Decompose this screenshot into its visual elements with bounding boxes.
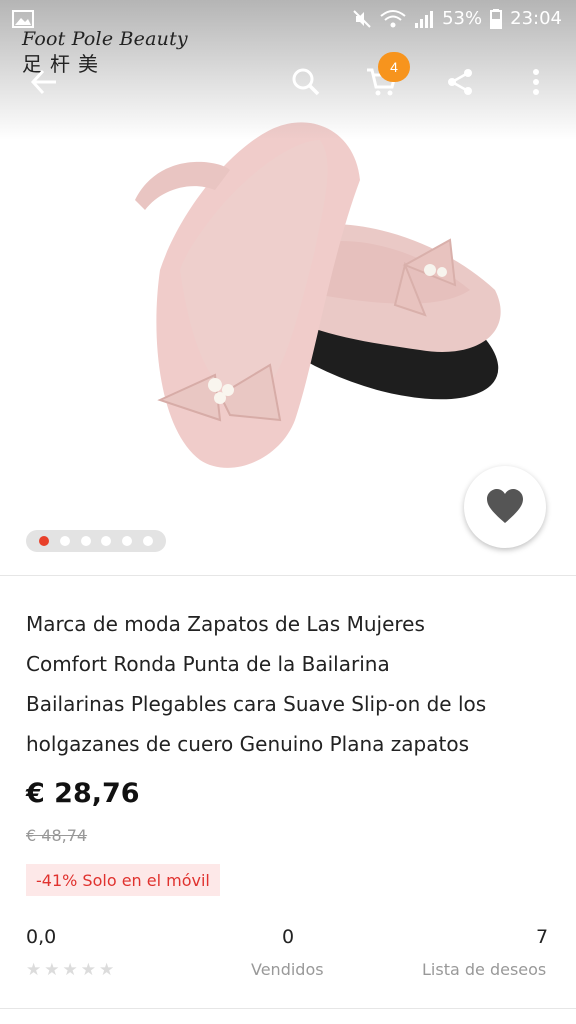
original-price: € 48,74 xyxy=(26,826,88,845)
more-options-button[interactable] xyxy=(514,60,558,104)
product-title-line: Bailarinas Plegables cara Suave Slip-on … xyxy=(26,692,487,716)
rating-value: 0,0 xyxy=(26,926,57,948)
carousel-indicator xyxy=(26,530,166,552)
wishlist-label: Lista de deseos xyxy=(422,960,547,979)
clock: 23:04 xyxy=(510,8,562,29)
wifi-icon xyxy=(380,9,406,27)
star-icon: ★ xyxy=(62,960,78,980)
star-icon: ★ xyxy=(44,960,60,980)
carousel-dot[interactable] xyxy=(59,536,70,546)
cart-count-badge: 4 xyxy=(378,52,410,82)
search-icon xyxy=(292,68,320,96)
brand-name-latin: Foot Pole Beauty xyxy=(22,28,188,50)
signal-icon xyxy=(415,10,434,28)
divider xyxy=(0,1008,576,1009)
sold-count: 0 xyxy=(282,926,295,948)
carousel-dot[interactable] xyxy=(39,536,50,546)
star-icon: ★ xyxy=(26,960,42,980)
share-icon xyxy=(448,69,472,95)
battery-percent: 53% xyxy=(442,8,483,29)
product-title-line: Comfort Ronda Punta de la Bailarina xyxy=(26,652,390,676)
carousel-dot[interactable] xyxy=(142,536,153,546)
status-right: 53% 23:04 xyxy=(352,8,562,29)
battery-icon xyxy=(490,8,503,29)
sold-label: Vendidos xyxy=(251,960,324,979)
star-icon: ★ xyxy=(80,960,96,980)
mute-icon xyxy=(353,9,371,28)
product-price: € 28,76 xyxy=(26,778,140,809)
product-title: Marca de moda Zapatos de Las Mujeres Com… xyxy=(26,604,556,764)
divider xyxy=(0,575,576,576)
product-title-line: holgazanes de cuero Genuino Plana zapato… xyxy=(26,732,469,756)
rating-stars: ★ ★ ★ ★ ★ xyxy=(26,960,114,980)
product-title-line: Marca de moda Zapatos de Las Mujeres xyxy=(26,612,425,636)
search-button[interactable] xyxy=(284,60,328,104)
share-button[interactable] xyxy=(438,60,482,104)
back-button[interactable] xyxy=(22,60,66,104)
product-image[interactable] xyxy=(120,100,510,490)
carousel-dot[interactable] xyxy=(101,536,112,546)
back-arrow-icon xyxy=(30,69,56,95)
carousel-dot[interactable] xyxy=(80,536,91,546)
discount-badge: -41% Solo en el móvil xyxy=(26,864,220,896)
image-notification-icon xyxy=(12,10,34,28)
wishlist-button[interactable] xyxy=(464,466,546,548)
carousel-dot[interactable] xyxy=(121,536,132,546)
more-vert-icon xyxy=(533,69,539,95)
star-icon: ★ xyxy=(99,960,115,980)
product-screen: 53% 23:04 Foot Pole Beauty 足杆美 4 Marca d… xyxy=(0,0,576,1024)
wishlist-count: 7 xyxy=(536,926,549,948)
heart-icon xyxy=(487,489,523,523)
